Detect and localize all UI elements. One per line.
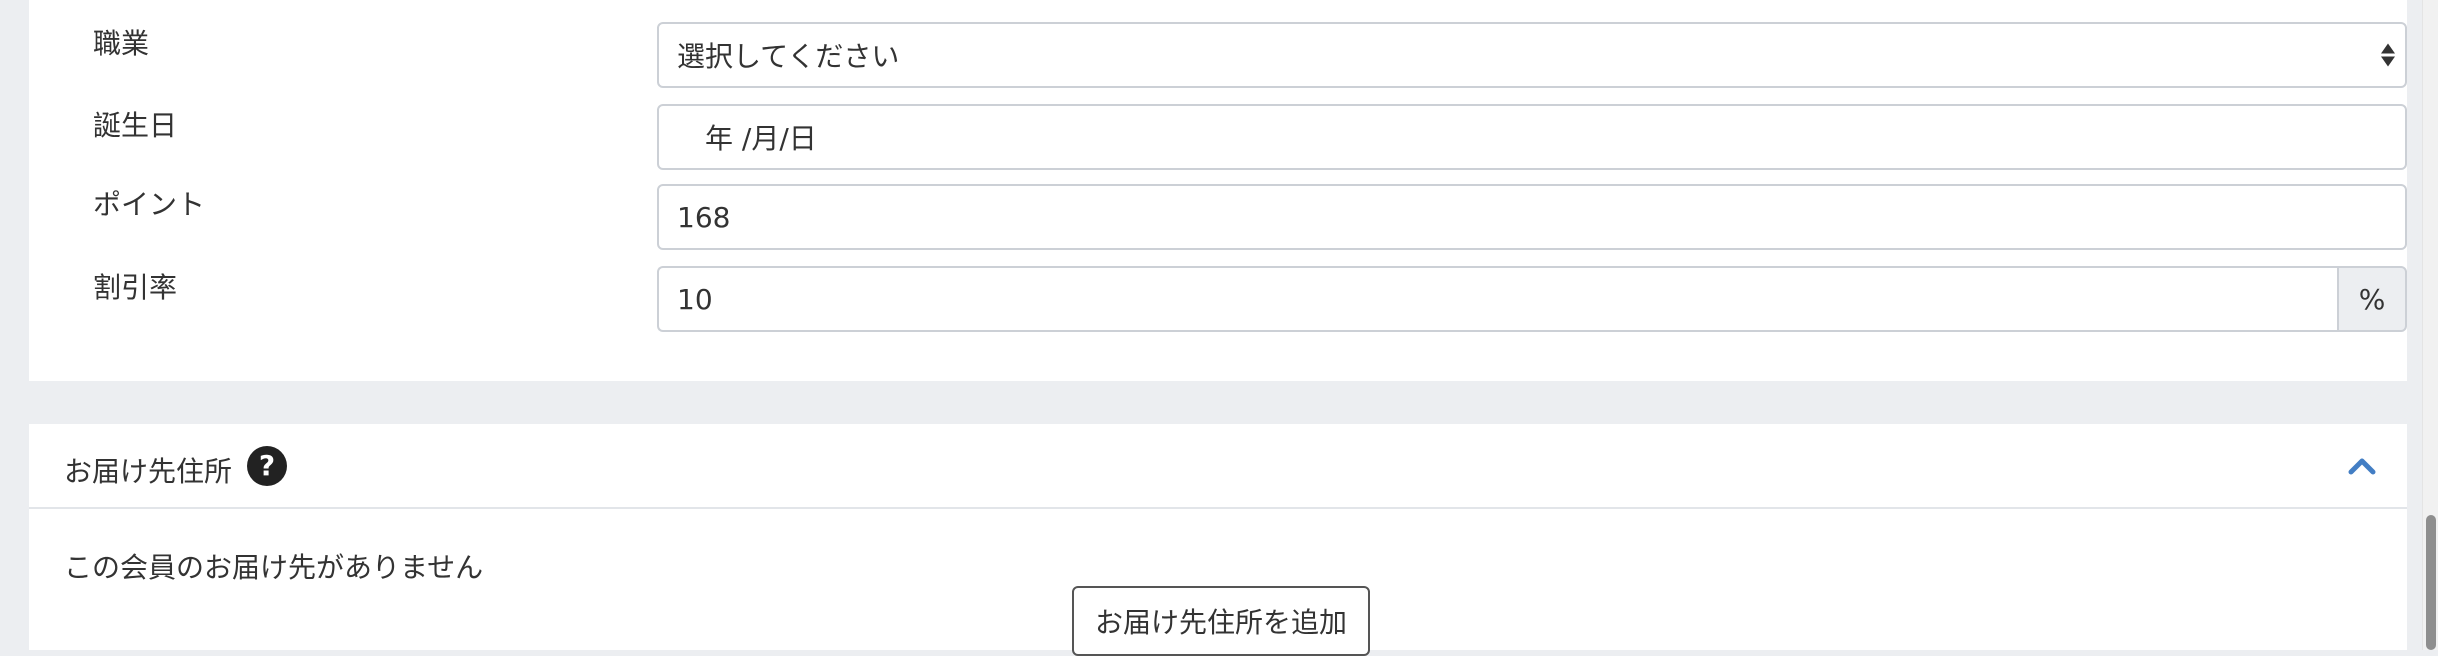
customer-info-card: 職業 選択してください 誕生日 年 /月/日 ポイント 168 割引率 10 %: [29, 0, 2407, 381]
occupation-select[interactable]: 選択してください: [657, 22, 2407, 88]
no-delivery-address-message: この会員のお届け先がありません: [64, 551, 484, 584]
delivery-address-card: お届け先住所 ? この会員のお届け先がありません お届け先住所を追加: [29, 424, 2407, 656]
points-input[interactable]: 168: [657, 184, 2407, 250]
discount-label: 割引率: [93, 271, 178, 304]
birthday-date-input[interactable]: 年 /月/日: [657, 104, 2407, 170]
points-value: 168: [677, 200, 731, 234]
birthday-placeholder: 年 /月/日: [677, 122, 817, 155]
chevron-up-icon[interactable]: [2347, 451, 2377, 481]
birthday-label: 誕生日: [93, 109, 178, 142]
occupation-selected-value: 選択してください: [677, 40, 900, 73]
points-label: ポイント: [93, 188, 206, 221]
add-delivery-address-button[interactable]: お届け先住所を追加: [1072, 586, 1370, 656]
delivery-card-header[interactable]: お届け先住所 ?: [29, 424, 2407, 509]
discount-input-group: 10 %: [657, 266, 2407, 332]
occupation-label: 職業: [93, 27, 150, 60]
select-arrows-icon: [2381, 43, 2395, 67]
question-circle-icon[interactable]: ?: [247, 446, 287, 486]
scrollbar-thumb[interactable]: [2426, 515, 2436, 650]
percent-addon: %: [2337, 266, 2407, 332]
page-scrollbar[interactable]: [2422, 0, 2438, 650]
discount-input[interactable]: 10: [657, 266, 2337, 332]
discount-value: 10: [677, 282, 713, 316]
delivery-title: お届け先住所: [64, 455, 233, 488]
